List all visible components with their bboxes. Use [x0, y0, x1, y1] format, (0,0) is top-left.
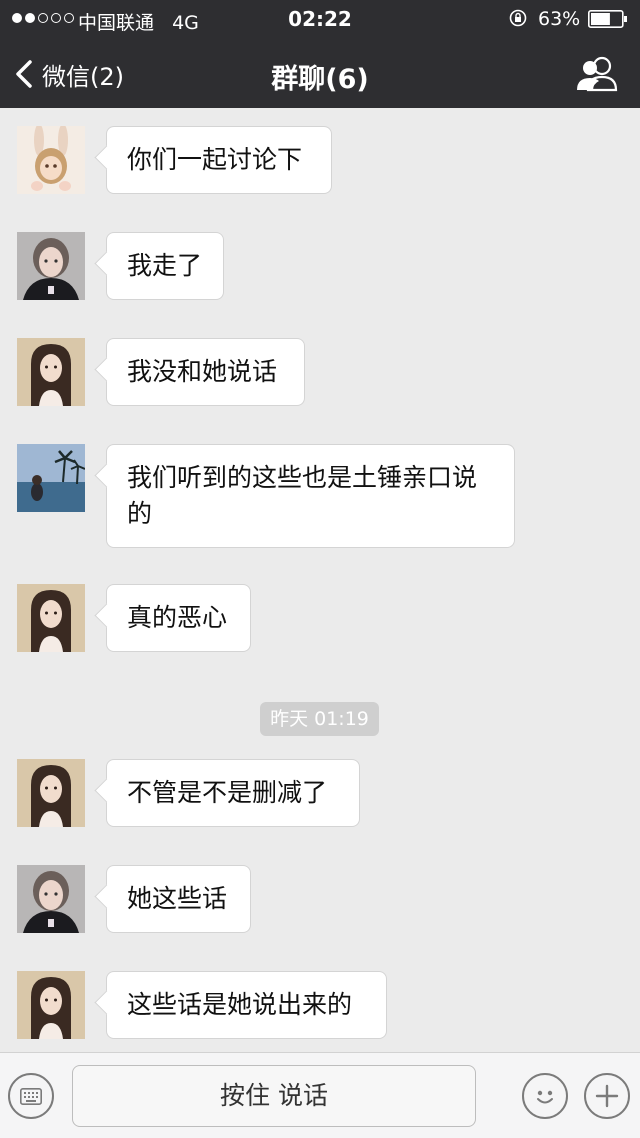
hold-to-talk-button[interactable]: 按住 说话: [72, 1065, 476, 1127]
smiley-icon: [537, 1090, 553, 1104]
message-bubble[interactable]: 她这些话: [106, 865, 251, 933]
long-hair-girl-avatar[interactable]: [17, 971, 85, 1039]
timestamp-divider: 昨天 01:19: [260, 702, 379, 736]
rotation-lock-icon: [509, 9, 527, 27]
more-options-button[interactable]: [584, 1073, 630, 1119]
message-text: 我走了: [127, 251, 203, 280]
long-hair-girl-avatar[interactable]: [17, 338, 85, 406]
message-text: 她这些话: [127, 884, 228, 913]
message-bubble[interactable]: 不管是不是删减了: [106, 759, 360, 827]
dark-top-girl-avatar[interactable]: [17, 232, 85, 300]
plus-icon: [595, 1084, 619, 1108]
message-text: 不管是不是删减了: [127, 778, 328, 807]
keyboard-icon: [20, 1088, 42, 1105]
message-bubble[interactable]: 我们听到的这些也是土锤亲口说的: [106, 444, 515, 548]
emoji-button[interactable]: [522, 1073, 568, 1119]
group-members-icon[interactable]: [574, 54, 620, 94]
message-bubble[interactable]: 我走了: [106, 232, 224, 300]
battery-icon: [588, 10, 627, 28]
message-text: 我没和她说话: [127, 357, 278, 386]
message-bubble[interactable]: 你们一起讨论下: [106, 126, 332, 194]
keyboard-toggle-button[interactable]: [8, 1073, 54, 1119]
chat-title: 群聊(6): [271, 64, 369, 95]
beach-palm-avatar[interactable]: [17, 444, 85, 512]
bunny-girl-avatar[interactable]: [17, 126, 85, 194]
message-text: 你们一起讨论下: [127, 145, 303, 174]
long-hair-girl-avatar[interactable]: [17, 759, 85, 827]
message-bubble[interactable]: 这些话是她说出来的: [106, 971, 387, 1039]
battery-percent: 63%: [538, 8, 581, 30]
chat-messages-area[interactable]: 你们一起讨论下 我走了 我没和她说话 我们听到的这些也是土锤亲口说的 真的恶心 …: [0, 108, 640, 1052]
message-text: 我们听到的这些也是土锤亲口说的: [127, 463, 478, 528]
message-text: 这些话是她说出来的: [127, 990, 353, 1019]
navigation-bar: 微信(2) 群聊(6): [0, 40, 640, 108]
message-bubble[interactable]: 真的恶心: [106, 584, 251, 652]
message-bubble[interactable]: 我没和她说话: [106, 338, 305, 406]
status-bar: 中国联通 4G 02:22 63%: [0, 0, 640, 40]
message-text: 真的恶心: [127, 603, 228, 632]
dark-top-girl-avatar[interactable]: [17, 865, 85, 933]
chat-input-bar: 按住 说话: [0, 1052, 640, 1138]
long-hair-girl-avatar[interactable]: [17, 584, 85, 652]
